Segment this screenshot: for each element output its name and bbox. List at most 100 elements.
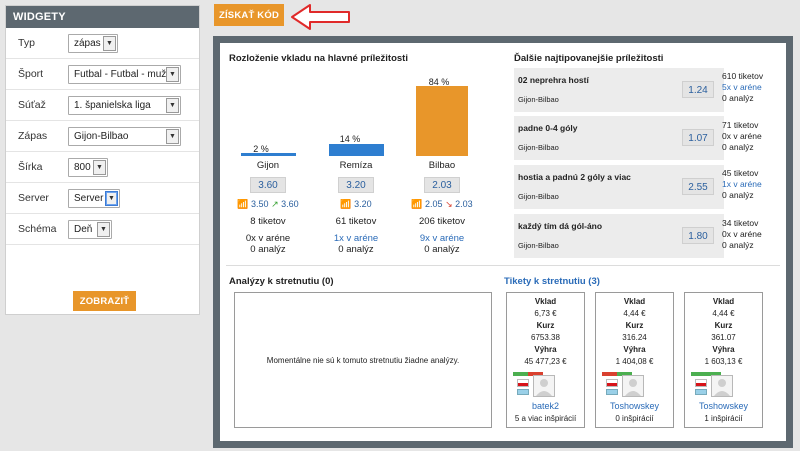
bet-odd[interactable]: 2.55: [682, 178, 714, 195]
ticket-stake: 4,44 €: [623, 309, 646, 318]
gijon-name: Gijon: [256, 160, 280, 171]
width-value: 800: [74, 161, 91, 173]
ticket-inspirations: 1 inšpirácií: [704, 414, 743, 423]
bet-title: padne 0-4 góly: [518, 123, 578, 133]
bet-title: každý tím dá gól-áno: [518, 221, 603, 231]
draw-analyses: 0 analýz: [338, 244, 374, 255]
scheme-label: Schéma: [18, 223, 57, 235]
widget-preview-frame: Rozloženie vkladu na hlavné príležitosti…: [213, 36, 793, 448]
draw-tickets: 61 tiketov: [335, 216, 377, 227]
cz-flag-icon: [517, 379, 529, 387]
bet-stats: 71 tiketov 0x v aréne 0 analýz: [722, 120, 762, 152]
bilbao-name: Bilbao: [428, 160, 456, 171]
bilbao-arena[interactable]: 9x v aréne: [407, 233, 477, 244]
bilbao-analyses: 0 analýz: [424, 244, 460, 255]
arena-link[interactable]: 5x v aréne: [722, 82, 763, 93]
ticket-odds: 316.24: [622, 333, 647, 342]
draw-name: Remíza: [339, 160, 373, 171]
draw-odd[interactable]: 3.20: [338, 177, 374, 193]
row-sport: Šport Futbal - Futbal - muži ▼: [6, 59, 199, 90]
bet-match: Gijon-Bilbao: [518, 192, 559, 201]
badge-icon: [606, 389, 618, 395]
show-button[interactable]: ZOBRAZIŤ: [73, 291, 136, 311]
server-value: Server: [74, 192, 104, 204]
row-server: Server Server ▼: [6, 183, 199, 214]
distribution-title: Rozloženie vkladu na hlavné príležitosti: [229, 53, 408, 64]
ticket-card[interactable]: Vklad 4,44 € Kurz 361.07 Výhra 1 603,13 …: [684, 292, 763, 428]
analyses-empty-box: Momentálne nie sú k tomuto stretnutiu ži…: [234, 292, 492, 428]
chevron-down-icon: ▼: [105, 190, 118, 206]
ticket-win: 45 477,23 €: [524, 357, 567, 366]
bet-stats: 45 tiketov 1x v aréne 0 analýz: [722, 168, 762, 200]
sidebar-title: WIDGETY: [6, 6, 199, 28]
list-item: hostia a padnú 2 góly a viac Gijon-Bilba…: [514, 165, 724, 209]
ticket-win: 1 404,08 €: [615, 357, 654, 366]
gijon-trend: 📶 3.50 ↗ 3.60: [237, 199, 299, 209]
row-competition: Súťaž 1. španielska liga ▼: [6, 90, 199, 121]
gijon-tickets: 8 tiketov: [250, 216, 286, 227]
tickets-title[interactable]: Tikety k stretnutiu (3): [504, 276, 600, 287]
bet-match: Gijon-Bilbao: [518, 143, 559, 152]
list-item: padne 0-4 góly Gijon-Bilbao 1.07: [514, 116, 724, 160]
ticket-user-link[interactable]: batek2: [507, 400, 584, 412]
chevron-down-icon: ▼: [93, 159, 106, 175]
bet-odd[interactable]: 1.07: [682, 129, 714, 146]
bilbao-tickets: 206 tiketov: [419, 216, 465, 227]
width-select[interactable]: 800 ▼: [68, 157, 108, 177]
other-bets-title: Ďalšie najtipovanejšie príležitosti: [514, 53, 664, 64]
avatar: [622, 375, 644, 397]
competition-label: Súťaž: [18, 99, 46, 111]
gijon-bar: [241, 153, 296, 156]
chevron-down-icon: ▼: [97, 221, 110, 237]
competition-value: 1. španielska liga: [74, 99, 151, 111]
match-label: Zápas: [18, 130, 48, 142]
type-select[interactable]: zápas ▼: [68, 33, 118, 53]
avatar: [711, 375, 733, 397]
ticket-user-link[interactable]: Toshowskey: [685, 400, 762, 412]
scheme-value: Deň: [74, 223, 93, 235]
gijon-odd[interactable]: 3.60: [250, 177, 286, 193]
arena-link[interactable]: 1x v aréne: [722, 179, 762, 190]
type-label: Typ: [18, 37, 35, 49]
analyses-title: Analýzy k stretnutiu (0): [229, 276, 334, 287]
arrow-down-icon: ↘: [445, 199, 453, 209]
match-select[interactable]: Gijon-Bilbao ▼: [68, 126, 181, 146]
bilbao-odd[interactable]: 2.03: [424, 177, 460, 193]
ticket-stake: 6,73 €: [534, 309, 557, 318]
bar-chart-icon: 📶: [340, 199, 352, 209]
bet-match: Gijon-Bilbao: [518, 241, 559, 250]
badge-icon: [517, 389, 529, 395]
get-code-button[interactable]: ZÍSKAŤ KÓD: [214, 4, 284, 26]
ticket-card[interactable]: Vklad 4,44 € Kurz 316.24 Výhra 1 404,08 …: [595, 292, 674, 428]
row-type: Typ zápas ▼: [6, 28, 199, 59]
outcome-draw: Remíza 3.20 📶 3.20 61 tiketov 1x v aréne…: [321, 160, 391, 255]
width-label: Šírka: [18, 161, 43, 173]
avatar: [533, 375, 555, 397]
bet-title: hostia a padnú 2 góly a viac: [518, 172, 631, 182]
arrow-up-icon: ↗: [271, 199, 279, 209]
chevron-down-icon: ▼: [166, 97, 179, 113]
ticket-user-link[interactable]: Toshowskey: [596, 400, 673, 412]
draw-bar: [329, 144, 384, 156]
ticket-win: 1 603,13 €: [704, 357, 743, 366]
red-arrow-icon: [291, 4, 350, 30]
gijon-analyses: 0 analýz: [250, 244, 286, 255]
ticket-odds: 6753.38: [531, 333, 560, 342]
competition-select[interactable]: 1. španielska liga ▼: [68, 95, 181, 115]
chevron-down-icon: ▼: [166, 128, 179, 144]
scheme-select[interactable]: Deň ▼: [68, 219, 112, 239]
bet-odd[interactable]: 1.80: [682, 227, 714, 244]
outcome-gijon: Gijon 3.60 📶 3.50 ↗ 3.60 8 tiketov 0x v …: [233, 160, 303, 255]
draw-arena[interactable]: 1x v aréne: [321, 233, 391, 244]
chevron-down-icon: ▼: [166, 66, 179, 82]
bet-title: 02 neprehra hostí: [518, 75, 589, 85]
ticket-card[interactable]: Vklad 6,73 € Kurz 6753.38 Výhra 45 477,2…: [506, 292, 585, 428]
outcome-bilbao: Bilbao 2.03 📶 2.05 ↘ 2.03 206 tiketov 9x…: [407, 160, 477, 255]
ticket-inspirations: 0 inšpirácií: [615, 414, 654, 423]
sport-select[interactable]: Futbal - Futbal - muži ▼: [68, 64, 181, 84]
row-scheme: Schéma Deň ▼: [6, 214, 199, 245]
server-select[interactable]: Server ▼: [68, 188, 120, 208]
server-label: Server: [18, 192, 49, 204]
widget-sidebar: WIDGETY Typ zápas ▼ Šport Futbal - Futba…: [5, 5, 200, 315]
bet-odd[interactable]: 1.24: [682, 81, 714, 98]
